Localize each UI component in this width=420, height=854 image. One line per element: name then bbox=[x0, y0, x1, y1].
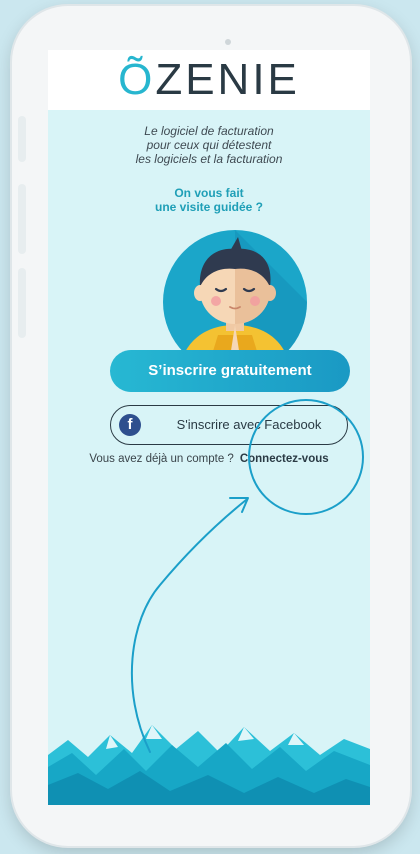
volume-up-button bbox=[18, 184, 26, 254]
tagline-line: les logiciels et la facturation bbox=[135, 152, 283, 166]
logo-first-letter: Õ bbox=[118, 55, 156, 104]
app-screen: ÕZENIE Le logiciel de facturation pour c… bbox=[48, 50, 370, 805]
front-camera bbox=[225, 39, 231, 45]
mute-switch bbox=[18, 116, 26, 162]
volume-down-button bbox=[18, 268, 26, 338]
guided-tour-link[interactable]: On vous fait une visite guidée ? bbox=[48, 186, 370, 214]
have-account-row: Vous avez déjà un compte ? Connectez-vous bbox=[48, 452, 370, 466]
facebook-signup-button[interactable]: f S'inscrire avec Facebook bbox=[110, 405, 348, 445]
brand-logo: ÕZENIE bbox=[48, 54, 370, 106]
tour-line: On vous fait bbox=[174, 186, 244, 200]
tagline-line: pour ceux qui détestent bbox=[146, 138, 272, 152]
mountain-illustration bbox=[48, 725, 370, 805]
facebook-icon: f bbox=[119, 414, 141, 436]
have-account-text: Vous avez déjà un compte ? bbox=[89, 453, 234, 465]
tour-line: une visite guidée ? bbox=[154, 200, 264, 214]
tagline-line: Le logiciel de facturation bbox=[144, 124, 274, 138]
facebook-signup-label: S'inscrire avec Facebook bbox=[176, 417, 322, 432]
tagline: Le logiciel de facturation pour ceux qui… bbox=[48, 124, 370, 166]
signup-free-button[interactable]: S’inscrire gratuitement bbox=[110, 350, 350, 392]
header: ÕZENIE bbox=[48, 50, 370, 110]
login-link[interactable]: Connectez-vous bbox=[240, 453, 329, 465]
logo-text: ZENIE bbox=[155, 55, 300, 104]
